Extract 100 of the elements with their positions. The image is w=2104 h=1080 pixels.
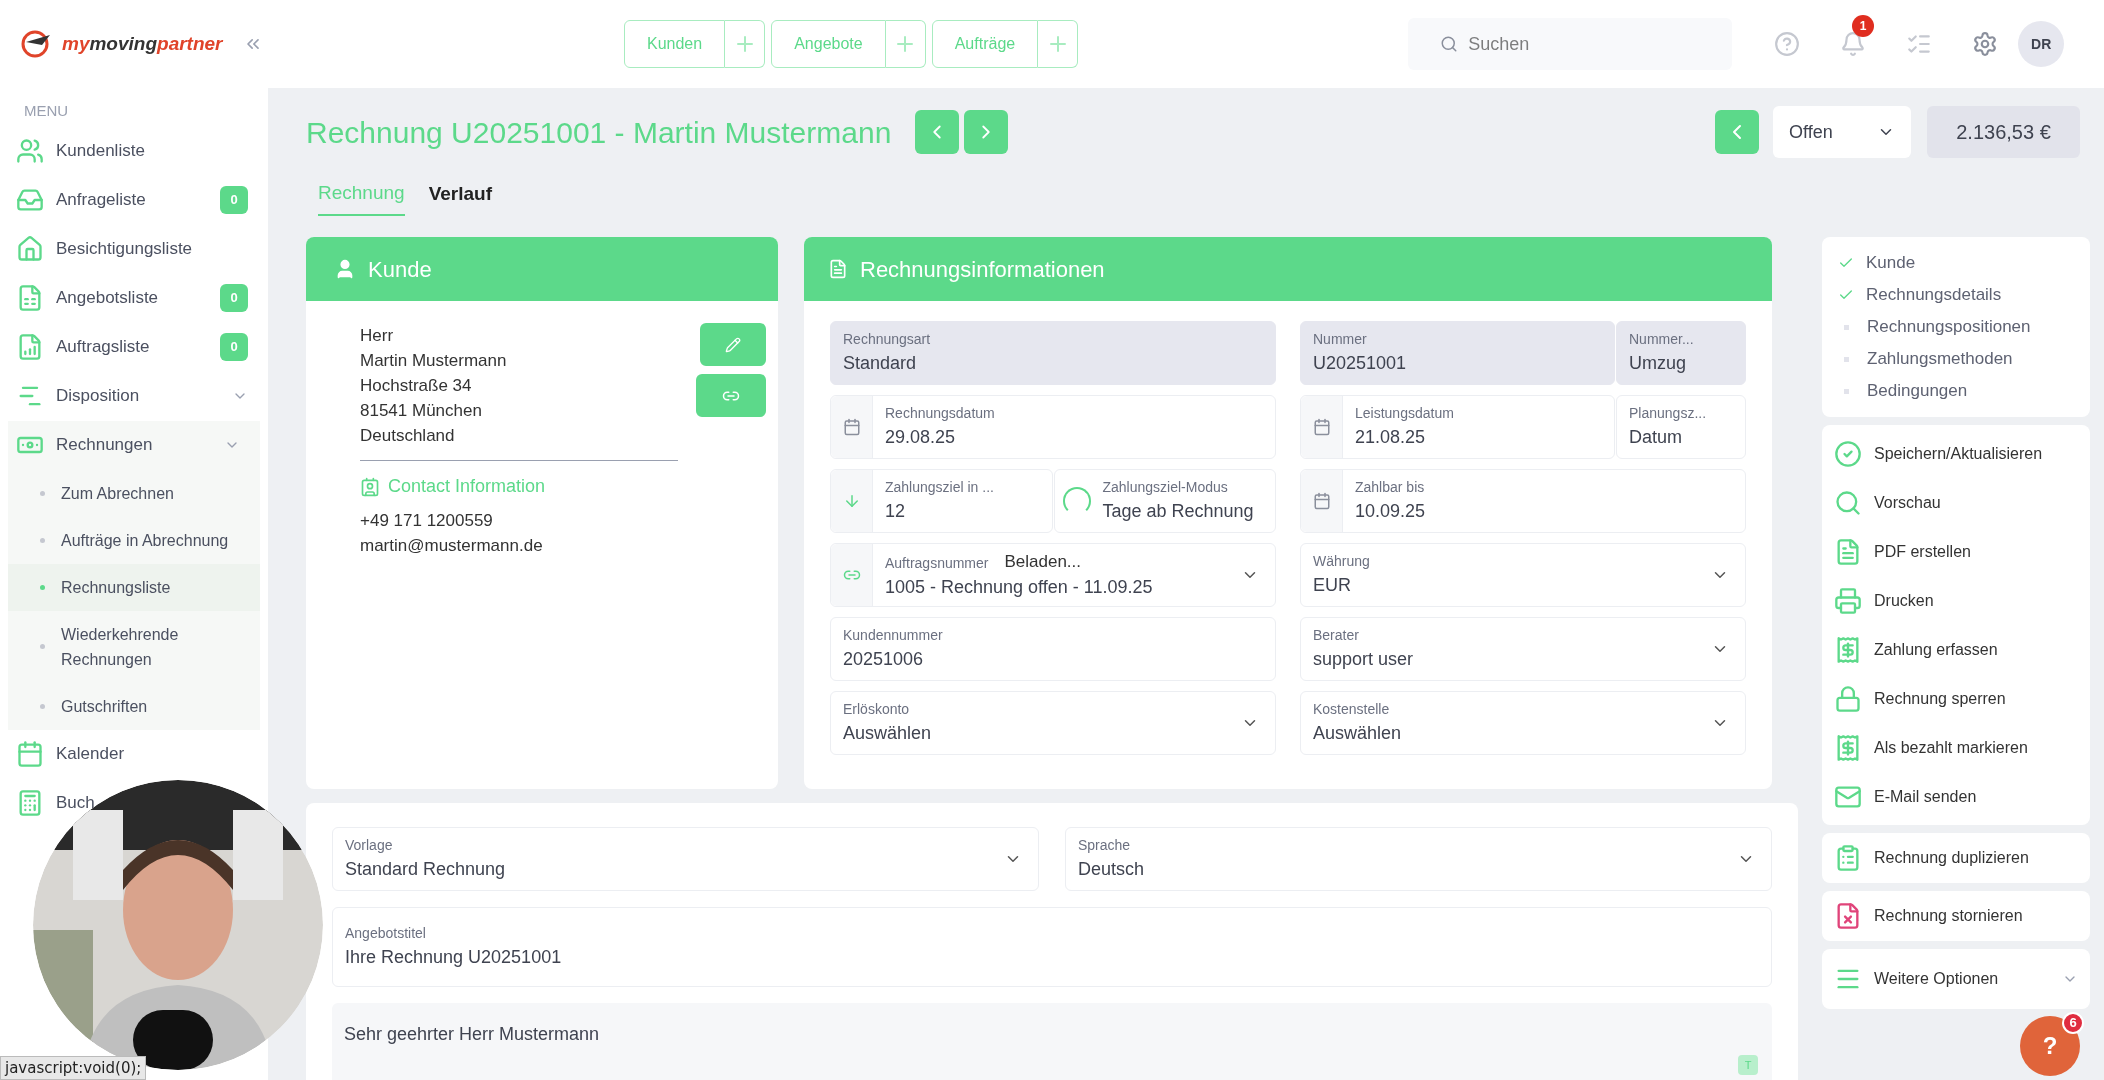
add-button[interactable] (885, 20, 926, 68)
action-button[interactable]: PDF erstellen (1834, 527, 2078, 576)
field-label: Vorlage (345, 836, 393, 855)
field-label: Währung (1313, 552, 1370, 571)
sidebar-item[interactable]: Kalender (8, 729, 268, 779)
sidebar-item[interactable]: Kundenliste (8, 126, 268, 176)
text-editor[interactable]: Sehr geehrter Herr Mustermann T (332, 1003, 1772, 1080)
action-button[interactable]: Rechnung duplizieren (1822, 833, 2090, 883)
add-button[interactable] (725, 20, 766, 68)
phone-number: +49 171 1200559 (360, 510, 494, 532)
form-field[interactable]: Vorlage Standard Rechnung (332, 827, 1039, 891)
submenu-item[interactable]: Aufträge in Abrechnung (8, 516, 260, 564)
search-field[interactable]: Suchen (1408, 18, 1733, 70)
action-button[interactable]: Drucken (1834, 576, 2078, 625)
calendar-icon (842, 418, 861, 436)
sidebar-item[interactable]: Besichtigungsliste (8, 224, 268, 274)
action-icon (1834, 684, 1862, 713)
user-avatar[interactable]: DR (2018, 21, 2065, 67)
field-label: Zahlbar bis (1355, 478, 1425, 497)
notification-badge: 1 (1852, 15, 1875, 37)
field-value: EUR (1313, 574, 1352, 597)
submenu-item[interactable]: Zum Abrechnen (8, 469, 260, 517)
field-value: 1005 - Rechnung offen - 11.09.25 (885, 576, 1154, 600)
sidebar-item[interactable]: Anfrageliste 0 (8, 175, 268, 225)
action-button[interactable]: Rechnung stornieren (1822, 891, 2090, 941)
field-value: Standard Rechnung (345, 858, 507, 881)
form-field[interactable]: Nummer U20251001 (1300, 321, 1615, 385)
field-label: Zahlungsziel in ... (885, 478, 994, 497)
edit-button[interactable] (700, 323, 766, 366)
next-button[interactable] (964, 110, 1009, 154)
sidebar-item[interactable]: Disposition (8, 371, 268, 421)
status-bar: javascript:void(0); (0, 1055, 147, 1080)
form-field[interactable]: Sprache Deutsch (1065, 827, 1772, 891)
form-field[interactable]: Kundennummer 20251006 (830, 617, 1276, 681)
field-label: Rechnungsart (843, 330, 931, 349)
count-badge: 0 (220, 186, 248, 214)
action-button[interactable]: Zahlung erfassen (1834, 625, 2078, 674)
address-line: Martin Mustermann (360, 350, 508, 372)
section-heading: Contact Information (388, 475, 546, 498)
email-address: martin@mustermann.de (360, 535, 544, 557)
field-value: 20251006 (843, 648, 925, 671)
action-button[interactable]: Vorschau (1834, 478, 2078, 527)
action-button[interactable]: Speichern/Aktualisieren (1834, 429, 2078, 478)
action-icon (1834, 439, 1862, 468)
form-field[interactable]: Leistungsdatum 21.08.25 (1300, 395, 1615, 459)
sidebar-icon (16, 740, 44, 768)
form-field[interactable]: Nummer... Umzug (1616, 321, 1746, 385)
address-line: Deutschland (360, 425, 456, 447)
submenu-item[interactable]: Rechnungsliste (8, 563, 260, 611)
step-label: Rechnungspositionen (1867, 316, 2031, 339)
action-button[interactable]: Rechnung sperren (1834, 674, 2078, 723)
field-label: Kostenstelle (1313, 700, 1390, 719)
submenu-item[interactable]: Wiederkehrende Rechnungen (8, 610, 260, 683)
status-dropdown[interactable]: Offen (1773, 106, 1911, 158)
field-label: Nummer... (1629, 330, 1694, 349)
form-field[interactable]: Planungsz... Datum (1616, 395, 1746, 459)
field-label: Leistungsdatum (1355, 404, 1454, 423)
back-button[interactable] (1715, 110, 1759, 154)
sidebar-icon (16, 137, 44, 165)
sidebar-item[interactable]: Auftragsliste 0 (8, 322, 268, 372)
form-field[interactable]: Rechnungsdatum 29.08.25 (830, 395, 1276, 459)
form-field[interactable]: Rechnungsart Standard (830, 321, 1276, 385)
sidebar-item[interactable]: Buch (56, 790, 95, 816)
action-icon (1834, 488, 1862, 517)
action-button[interactable]: E-Mail senden (1834, 772, 2078, 821)
form-field[interactable]: Zahlbar bis 10.09.25 (1300, 469, 1746, 533)
bell-icon[interactable] (1840, 31, 1867, 57)
form-field[interactable]: Zahlungsziel in ... 12 (830, 469, 1053, 533)
field-value: Ihre Rechnung U20251001 (345, 946, 563, 969)
sidebar-item[interactable]: Rechnungen (8, 420, 260, 470)
previous-button[interactable] (915, 110, 960, 154)
field-label: Auftragsnummer (885, 554, 989, 574)
sidebar-item[interactable]: Angebotsliste 0 (8, 273, 268, 323)
sidebar-icon (16, 235, 44, 263)
tab[interactable]: Verlauf (428, 172, 492, 216)
field-value: Deutsch (1078, 858, 1146, 881)
form-field[interactable]: Erlöskonto Auswählen (830, 691, 1276, 755)
action-button[interactable]: Als bezahlt markieren (1834, 723, 2078, 772)
form-field[interactable]: Auftragsnummer Beladen... 1005 - Rechnung offen - 11.09.25 (830, 543, 1276, 607)
form-field[interactable]: Berater support user (1300, 617, 1746, 681)
page-title: Rechnung U20251001 - Martin Mustermann (306, 114, 892, 151)
add-button[interactable] (1038, 20, 1079, 68)
action-button[interactable]: Weitere Optionen (1822, 949, 2090, 1009)
form-field[interactable]: Angebotstitel Ihre Rechnung U20251001 (332, 907, 1772, 987)
calendar-icon (1312, 492, 1331, 510)
field-value: Umzug (1629, 352, 1687, 375)
field-value: 12 (885, 500, 907, 523)
form-field[interactable]: Zahlungsziel-Modus Tage ab Rechnung (1053, 469, 1276, 533)
field-label: Planungsz... (1629, 404, 1707, 423)
settings-icon[interactable] (1972, 31, 1999, 57)
bullet-icon (40, 703, 45, 709)
form-field[interactable]: Währung EUR (1300, 543, 1746, 607)
notification-badge: 6 (2062, 1012, 2084, 1034)
submenu-item[interactable]: Gutschriften (8, 682, 260, 730)
bullet-icon (40, 644, 45, 649)
link-button[interactable] (696, 374, 766, 417)
form-field[interactable]: Kostenstelle Auswählen (1300, 691, 1746, 755)
field-value: Tage ab Rechnung (1102, 500, 1255, 523)
pencil-icon (725, 336, 741, 353)
help-icon[interactable] (1774, 31, 1801, 57)
